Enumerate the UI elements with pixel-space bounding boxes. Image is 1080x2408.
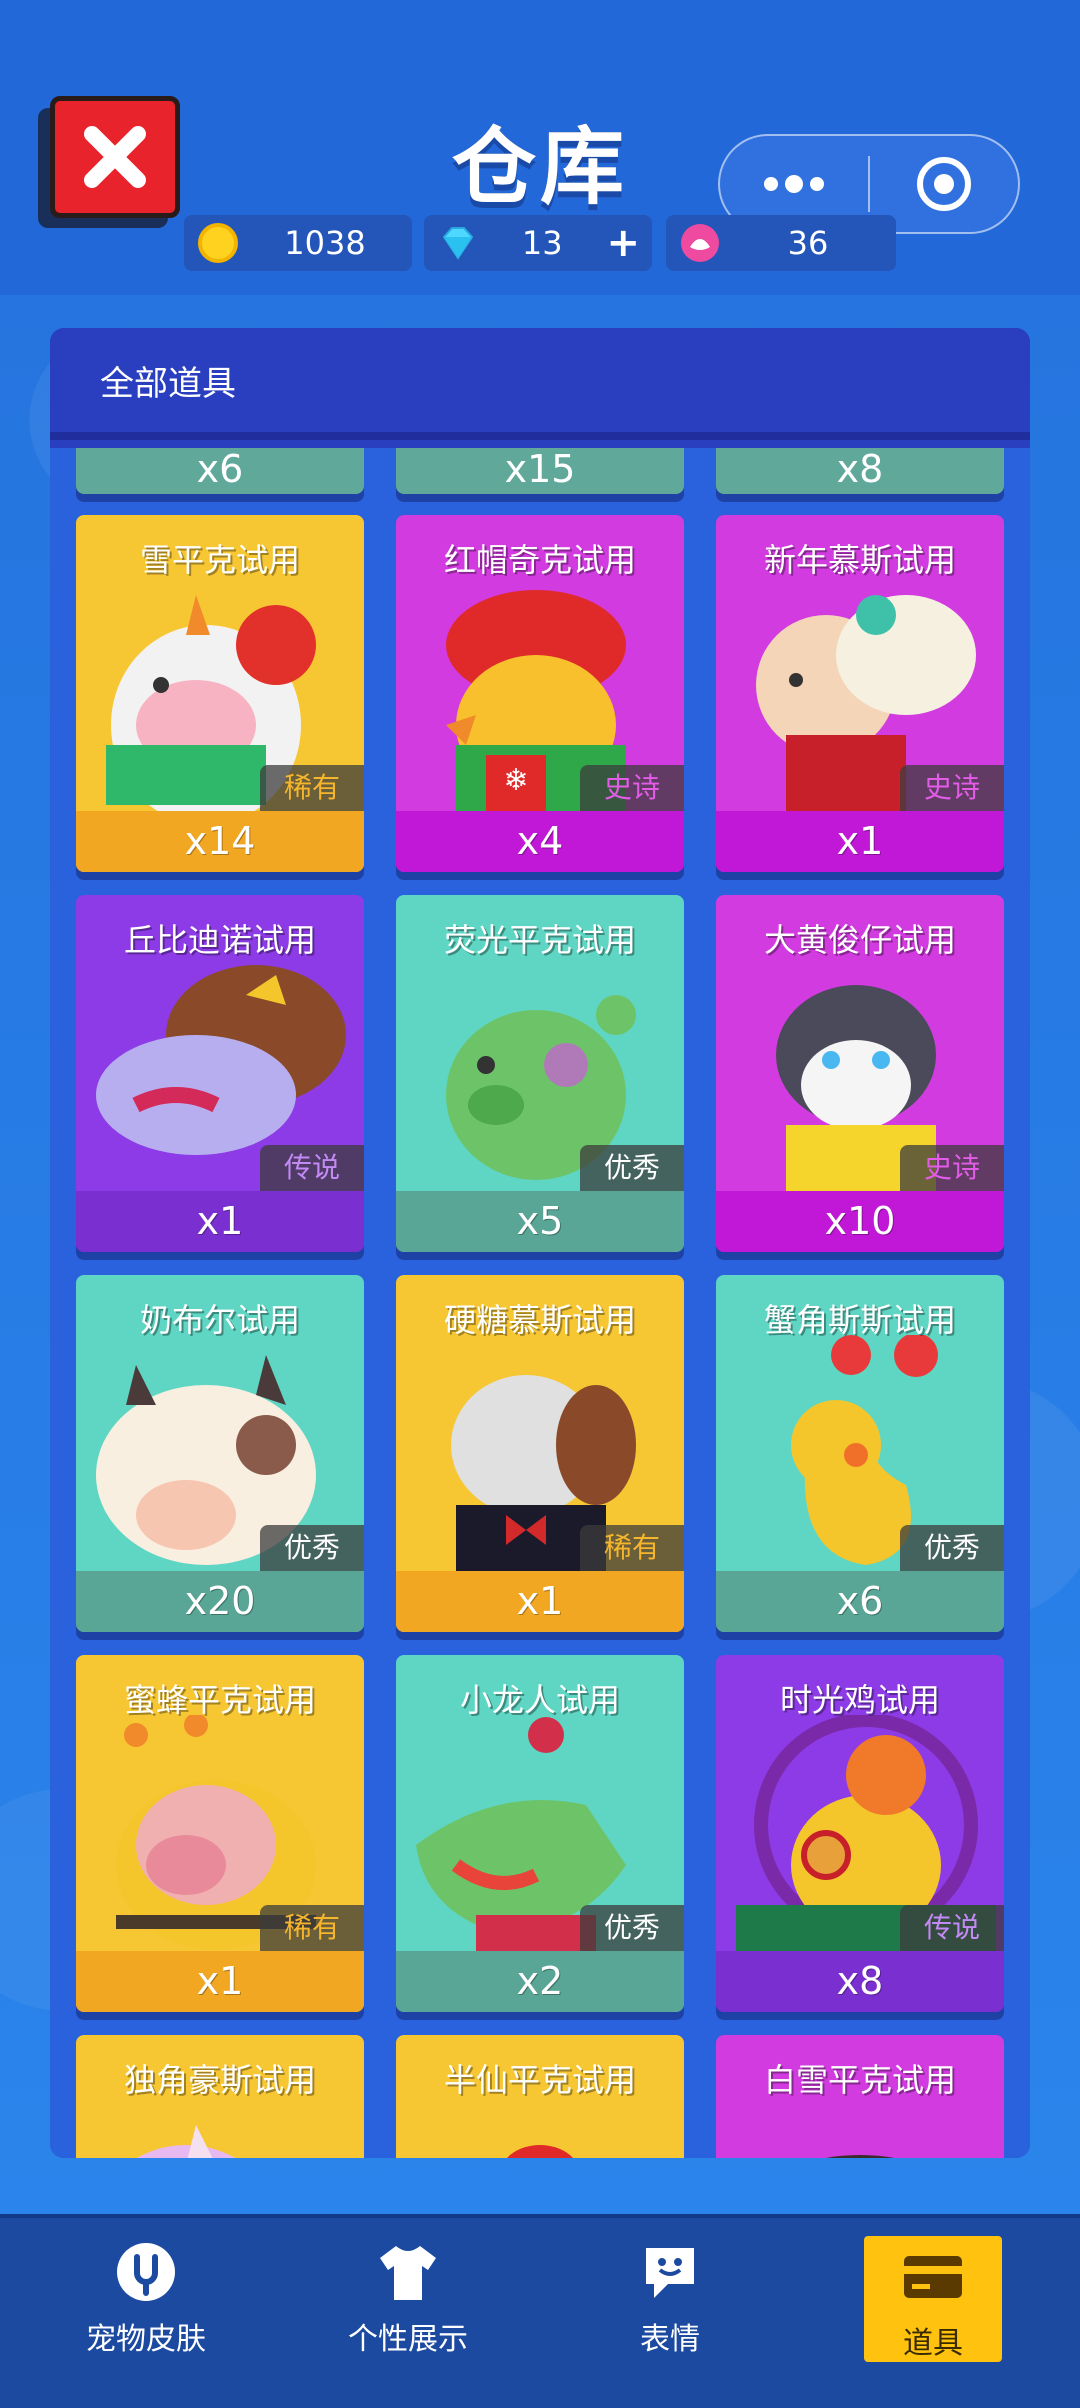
diamond-counter: 13 + [424,215,652,271]
rarity-badge: 稀有 [260,1905,364,1951]
item-card[interactable]: 硬糖慕斯试用 稀有 x1 [396,1275,684,1632]
rarity-badge: 史诗 [580,765,684,811]
item-card[interactable]: 半仙平克试用 [396,2035,684,2158]
pet-paw-icon [114,2240,178,2304]
nav-label: 表情 [640,2322,700,2357]
nav-showcase[interactable]: 个性展示 [328,2240,488,2366]
svg-text:❄: ❄ [503,763,528,798]
diamond-icon [442,227,474,260]
item-count: x5 [396,1191,684,1252]
item-title: 小龙人试用 [459,1681,620,1719]
item-card[interactable]: 荧光平克试用 优秀 x5 [396,895,684,1252]
item-count: x2 [396,1951,684,2012]
item-title: 雪平克试用 [139,541,300,579]
rarity-badge: 优秀 [260,1525,364,1571]
inventory-panel: 全部道具 x6 x15 x8 雪平克试用 稀有 x14 红帽奇克试用 ❄ 史诗 … [50,328,1030,2158]
item-card[interactable]: 大黄俊仔试用 史诗 x10 [716,895,1004,1252]
lotus-token-icon [681,224,719,262]
item-title: 蜜蜂平克试用 [123,1681,316,1719]
nav-label: 道具 [903,2326,963,2361]
item-card-stub[interactable]: x8 [716,448,1004,494]
target-icon [917,157,971,211]
item-card[interactable]: 奶布尔试用 优秀 x20 [76,1275,364,1632]
nav-items[interactable]: 道具 [864,2236,1002,2362]
nav-label: 宠物皮肤 [86,2322,206,2357]
item-card-stub[interactable]: x6 [76,448,364,494]
item-card-stub[interactable]: x15 [396,448,684,494]
item-card[interactable]: 新年慕斯试用 史诗 x1 [716,515,1004,872]
item-count: x15 [504,448,576,491]
item-card[interactable]: 白雪平克试用 [716,2035,1004,2158]
nav-label: 个性展示 [348,2322,468,2357]
item-count: x1 [716,811,1004,872]
item-card[interactable]: 红帽奇克试用 ❄ 史诗 x4 [396,515,684,872]
item-count: x10 [716,1191,1004,1252]
rarity-badge: 史诗 [900,1145,1004,1191]
item-count: x1 [76,1951,364,2012]
item-title: 荧光平克试用 [443,921,636,959]
wallet-icon [901,2246,965,2308]
diamond-value: 13 [521,224,563,262]
item-card[interactable]: 蟹角斯斯试用 优秀 x6 [716,1275,1004,1632]
item-count: x6 [716,1571,1004,1632]
item-card[interactable]: 丘比迪诺试用 传说 x1 [76,895,364,1252]
item-title: 红帽奇克试用 [443,541,636,579]
item-count: x1 [76,1191,364,1252]
item-card[interactable]: 独角豪斯试用 [76,2035,364,2158]
rarity-badge: 稀有 [260,765,364,811]
item-title: 蟹角斯斯试用 [763,1301,956,1339]
item-count: x1 [396,1571,684,1632]
rarity-badge: 优秀 [580,1905,684,1951]
item-card[interactable]: 蜜蜂平克试用 稀有 x1 [76,1655,364,2012]
item-count: x14 [76,811,364,872]
pet-snow-white-illustration [825,2155,895,2158]
rarity-badge: 史诗 [900,765,1004,811]
pet-half-immortal-illustration [507,2145,573,2158]
item-count: x4 [396,811,684,872]
add-diamonds-button[interactable]: + [606,220,640,266]
nav-emotes[interactable]: 表情 [590,2240,750,2366]
token-counter: 36 [666,215,896,271]
item-title: 大黄俊仔试用 [763,921,956,959]
panel-header: 全部道具 [50,328,1030,440]
top-header: 仓库 1038 13 + 36 [0,0,1080,295]
nav-pet-skins[interactable]: 宠物皮肤 [66,2240,226,2366]
item-title: 丘比迪诺试用 [123,921,316,959]
token-value: 36 [787,224,829,262]
item-card[interactable]: 雪平克试用 稀有 x14 [76,515,364,872]
item-title: 硬糖慕斯试用 [443,1301,636,1339]
items-grid[interactable]: x6 x15 x8 雪平克试用 稀有 x14 红帽奇克试用 ❄ 史诗 x4 新年… [50,448,1030,2158]
coin-counter: 1038 [184,215,412,271]
coin-icon [198,223,238,263]
item-title: 奶布尔试用 [139,1301,300,1339]
rarity-badge: 稀有 [580,1525,684,1571]
more-dots-icon [764,175,824,193]
pet-unicorn-illustration [136,2125,236,2158]
item-title: 独角豪斯试用 [123,2061,316,2099]
item-title: 白雪平克试用 [763,2061,956,2099]
item-card[interactable]: 小龙人试用 优秀 x2 [396,1655,684,2012]
rarity-badge: 优秀 [900,1525,1004,1571]
coin-value: 1038 [284,224,366,262]
item-title: 时光鸡试用 [779,1681,940,1719]
rarity-badge: 传说 [260,1145,364,1191]
item-title: 新年慕斯试用 [763,541,956,579]
tshirt-icon [376,2240,440,2304]
rarity-badge: 传说 [900,1905,1004,1951]
bottom-nav: 宠物皮肤 个性展示 表情 道具 [0,2214,1080,2408]
item-title: 半仙平克试用 [443,2061,636,2099]
item-count: x8 [836,448,884,491]
panel-title: 全部道具 [100,363,236,404]
rarity-badge: 优秀 [580,1145,684,1191]
item-count: x6 [196,448,244,491]
item-count: x8 [716,1951,1004,2012]
item-card[interactable]: 时光鸡试用 传说 x8 [716,1655,1004,2012]
chat-smile-icon [638,2240,702,2304]
item-count: x20 [76,1571,364,1632]
